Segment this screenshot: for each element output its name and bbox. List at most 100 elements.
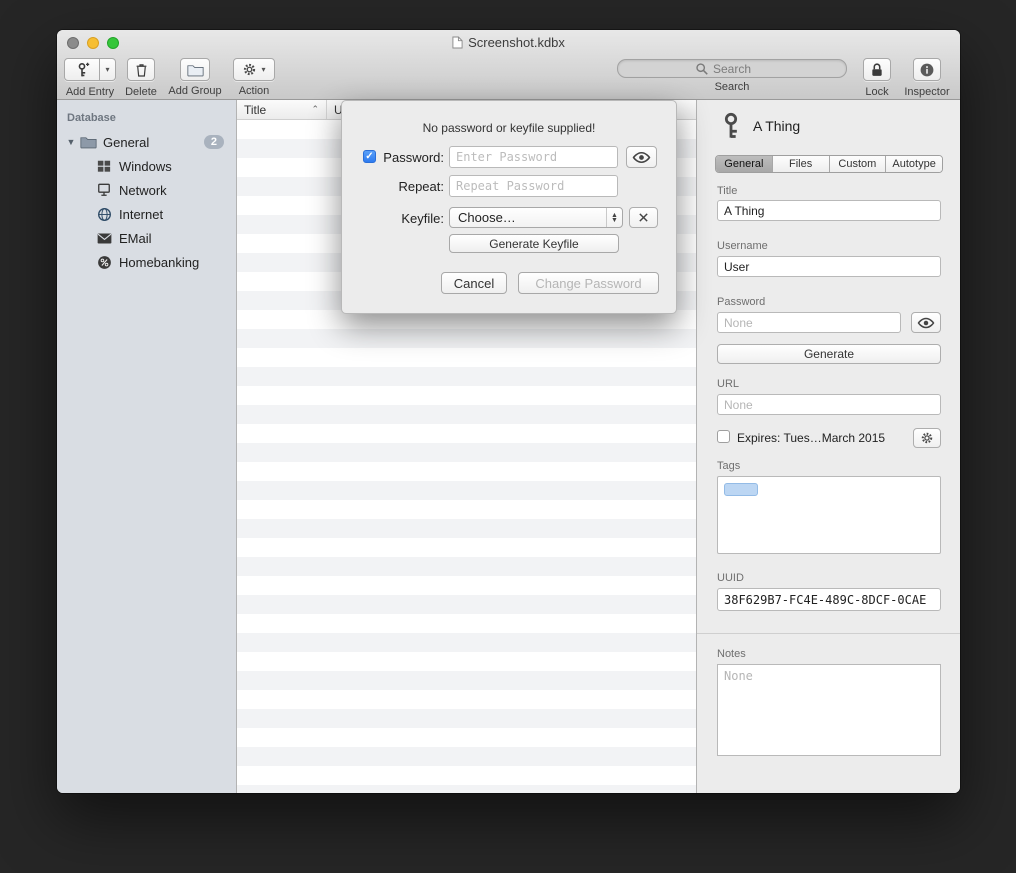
password-label: Password: [378,150,444,165]
tab-autotype[interactable]: Autotype [885,156,942,172]
sidebar-item-email[interactable]: EMail [57,226,236,250]
trash-icon [134,62,149,78]
title-input[interactable] [717,200,941,221]
titlebar: Screenshot.kdbx [57,30,960,56]
entry-title: A Thing [753,118,800,134]
clear-keyfile-button[interactable] [629,207,658,228]
uuid-input[interactable] [717,588,941,611]
password-label: Password [717,296,765,308]
window-chrome: Screenshot.kdbx ▾ Add Entry Delete Add G [57,30,960,100]
key-icon [719,112,743,140]
repeat-password-input[interactable] [449,175,618,197]
search-label: Search [617,81,847,93]
search-input[interactable] [618,61,846,78]
search-field[interactable] [617,59,847,78]
inspector-label: Inspector [902,86,952,98]
sidebar-item-label: Homebanking [119,255,199,270]
lock-button[interactable] [863,58,891,81]
expires-label: Expires: Tues…March 2015 [737,431,885,445]
inspector-button[interactable] [913,58,941,81]
tab-files[interactable]: Files [772,156,829,172]
x-icon [638,212,649,223]
gear-icon [242,62,257,77]
add-entry-label: Add Entry [64,86,116,98]
notes-textarea[interactable] [717,664,941,756]
sidebar-section-header: Database [57,112,236,124]
password-checkbox[interactable]: ✓ [363,150,376,163]
add-group-label: Add Group [167,85,223,97]
keyfile-popup[interactable]: Choose… ▲▼ [449,207,623,228]
url-label: URL [717,378,739,390]
expires-checkbox[interactable] [717,430,730,443]
sidebar-item-label: Windows [119,159,172,174]
generate-password-button[interactable]: Generate [717,344,941,364]
cancel-button[interactable]: Cancel [441,272,507,294]
entry-count-badge: 2 [204,135,224,149]
inspector-tabs: General Files Custom Autotype [715,155,943,173]
add-group-button[interactable] [180,58,210,81]
reveal-password-button[interactable] [911,312,941,333]
network-icon [95,182,113,198]
change-password-dialog: No password or keyfile supplied! ✓ Passw… [341,100,677,314]
add-entry-dropdown[interactable]: ▾ [100,58,116,81]
padlock-icon [870,62,884,78]
dialog-message: No password or keyfile supplied! [342,121,676,135]
column-header-title[interactable]: Title ⌃ [237,100,327,119]
email-envelope-icon [95,230,113,246]
url-input[interactable] [717,394,941,415]
repeat-label: Repeat: [378,179,444,194]
folder-icon [79,134,97,150]
sort-ascending-icon: ⌃ [311,104,319,115]
eye-icon [917,317,935,329]
key-plus-icon [74,62,90,78]
popup-stepper-icon: ▲▼ [606,208,622,227]
sidebar-item-windows[interactable]: Windows [57,154,236,178]
document-icon [452,36,463,49]
folder-icon [187,63,204,77]
sidebar-item-label: Internet [119,207,163,222]
uuid-label: UUID [717,572,744,584]
reveal-password-button[interactable] [626,146,657,168]
tags-label: Tags [717,460,740,472]
tab-custom[interactable]: Custom [829,156,886,172]
sidebar-item-homebanking[interactable]: Homebanking [57,250,236,274]
password-input[interactable] [717,312,901,333]
sidebar-item-internet[interactable]: Internet [57,202,236,226]
info-circle-icon [919,62,935,78]
magnifier-icon [695,62,709,76]
sidebar-item-network[interactable]: Network [57,178,236,202]
windows-icon [95,158,113,174]
sidebar-item-label: General [103,135,149,150]
title-label: Title [717,185,737,197]
inspector-divider [697,633,960,634]
tag-chip[interactable] [724,483,758,496]
internet-globe-icon [95,206,113,222]
inspector-panel: A Thing General Files Custom Autotype Ti… [696,100,960,793]
username-label: Username [717,240,768,252]
sidebar: Database ▼ General 2 Windows Network [57,100,237,793]
lock-label: Lock [862,86,892,98]
delete-button[interactable] [127,58,155,81]
action-label: Action [232,85,276,97]
notes-label: Notes [717,648,746,660]
sidebar-item-label: Network [119,183,167,198]
change-password-button[interactable]: Change Password [518,272,659,294]
app-window: Screenshot.kdbx ▾ Add Entry Delete Add G [57,30,960,793]
keyfile-label: Keyfile: [378,211,444,226]
add-entry-button[interactable]: ▾ [64,58,116,81]
disclosure-triangle-icon[interactable]: ▼ [65,137,77,147]
sidebar-item-label: EMail [119,231,152,246]
enter-password-input[interactable] [449,146,618,168]
delete-label: Delete [125,86,157,98]
sidebar-item-general[interactable]: ▼ General 2 [57,130,236,154]
tags-box[interactable] [717,476,941,554]
action-button[interactable]: ▾ [233,58,275,81]
expires-settings-button[interactable] [913,428,941,448]
generate-keyfile-button[interactable]: Generate Keyfile [449,234,619,253]
gear-icon [920,431,934,445]
username-input[interactable] [717,256,941,277]
tab-general[interactable]: General [716,156,772,172]
keyfile-selected-value: Choose… [458,210,516,225]
window-title: Screenshot.kdbx [57,35,960,50]
eye-icon [632,151,651,164]
